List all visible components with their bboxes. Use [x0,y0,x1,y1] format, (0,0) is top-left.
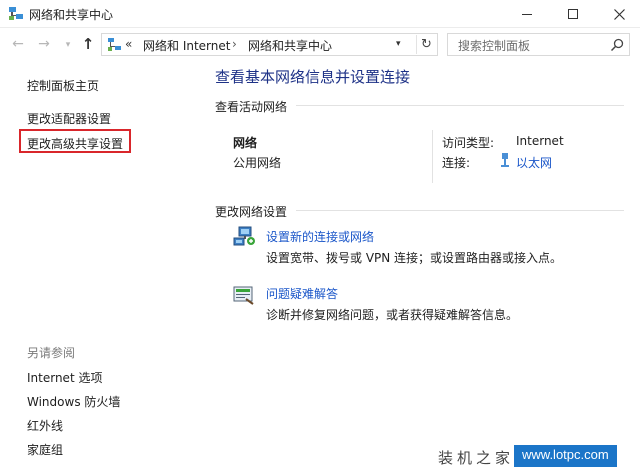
infrared-link[interactable]: 红外线 [27,417,63,434]
ethernet-connection-link[interactable]: 以太网 [516,154,552,171]
network-info-divider [432,130,433,183]
watermark-url: www.lotpc.com [514,445,617,467]
search-placeholder: 搜索控制面板 [458,39,531,53]
ethernet-icon[interactable] [500,153,510,168]
change-adapter-settings-link[interactable]: 更改适配器设置 [27,110,111,127]
network-setup-icon [233,226,255,246]
change-network-settings-heading: 更改网络设置 [215,205,288,219]
close-button[interactable] [596,0,640,28]
connection-label: 连接: [442,156,471,170]
change-advanced-sharing-settings-link[interactable]: 更改高级共享设置 [27,135,123,152]
search-input[interactable]: 搜索控制面板 [447,33,630,56]
see-also-heading: 另请参阅 [27,346,76,360]
network-location-icon [108,38,121,51]
page-title: 查看基本网络信息并设置连接 [215,68,411,86]
up-arrow-icon[interactable]: ↑ [80,36,96,52]
main-content-pane: 查看基本网络信息并设置连接 查看活动网络 网络 公用网络 访问类型: Inter… [200,62,640,475]
troubleshoot-problems-description: 诊断并修复网络问题，或者获得疑难解答信息。 [266,308,519,322]
title-bar: 网络和共享中心 [0,0,640,28]
refresh-icon[interactable]: ↻ [416,35,436,54]
network-category: 公用网络 [233,156,282,170]
troubleshoot-problems-link[interactable]: 问题疑难解答 [266,285,338,302]
network-name: 网络 [233,136,258,150]
address-bar[interactable]: « 网络和 Internet › 网络和共享中心 ▾ ↻ [101,33,438,56]
control-panel-home-link[interactable]: 控制面板主页 [27,77,99,94]
forward-arrow-icon[interactable]: → [36,36,52,52]
maximize-icon [568,9,578,19]
recent-locations-chevron-icon[interactable]: ▾ [60,37,76,53]
setup-new-connection-link[interactable]: 设置新的连接或网络 [266,228,374,245]
homegroup-link[interactable]: 家庭组 [27,441,63,458]
watermark-text: 装机之家 [438,449,515,467]
maximize-button[interactable] [550,0,596,28]
internet-options-link[interactable]: Internet 选项 [27,369,102,386]
minimize-icon [522,13,532,15]
site-watermark: 装机之家 www.lotpc.com [432,438,640,475]
search-icon[interactable] [610,38,624,52]
active-networks-divider [296,105,624,106]
network-center-app-icon [9,7,23,20]
navigation-bar: ← → ▾ ↑ « 网络和 Internet › 网络和共享中心 ▾ ↻ 搜索控… [0,28,640,62]
breadcrumb-network-internet[interactable]: 网络和 Internet [143,37,230,54]
change-settings-divider [296,210,624,211]
windows-firewall-link[interactable]: Windows 防火墙 [27,393,120,410]
address-overflow-chevrons[interactable]: « [125,37,132,51]
breadcrumb-network-sharing-center[interactable]: 网络和共享中心 [248,37,332,54]
active-networks-heading: 查看活动网络 [215,100,288,114]
troubleshoot-icon [233,286,254,305]
close-icon [613,8,625,20]
left-navigation-pane: 控制面板主页 更改适配器设置 更改高级共享设置 另请参阅 Internet 选项… [0,62,200,475]
breadcrumb-separator-icon[interactable]: › [232,37,237,51]
back-arrow-icon[interactable]: ← [10,36,26,52]
setup-new-connection-description: 设置宽带、拨号或 VPN 连接；或设置路由器或接入点。 [266,251,563,265]
window-title: 网络和共享中心 [29,8,114,22]
minimize-button[interactable] [504,0,550,28]
address-dropdown-chevron-icon[interactable]: ▾ [396,39,401,49]
access-type-label: 访问类型: [442,136,495,150]
access-type-value: Internet [516,134,564,148]
